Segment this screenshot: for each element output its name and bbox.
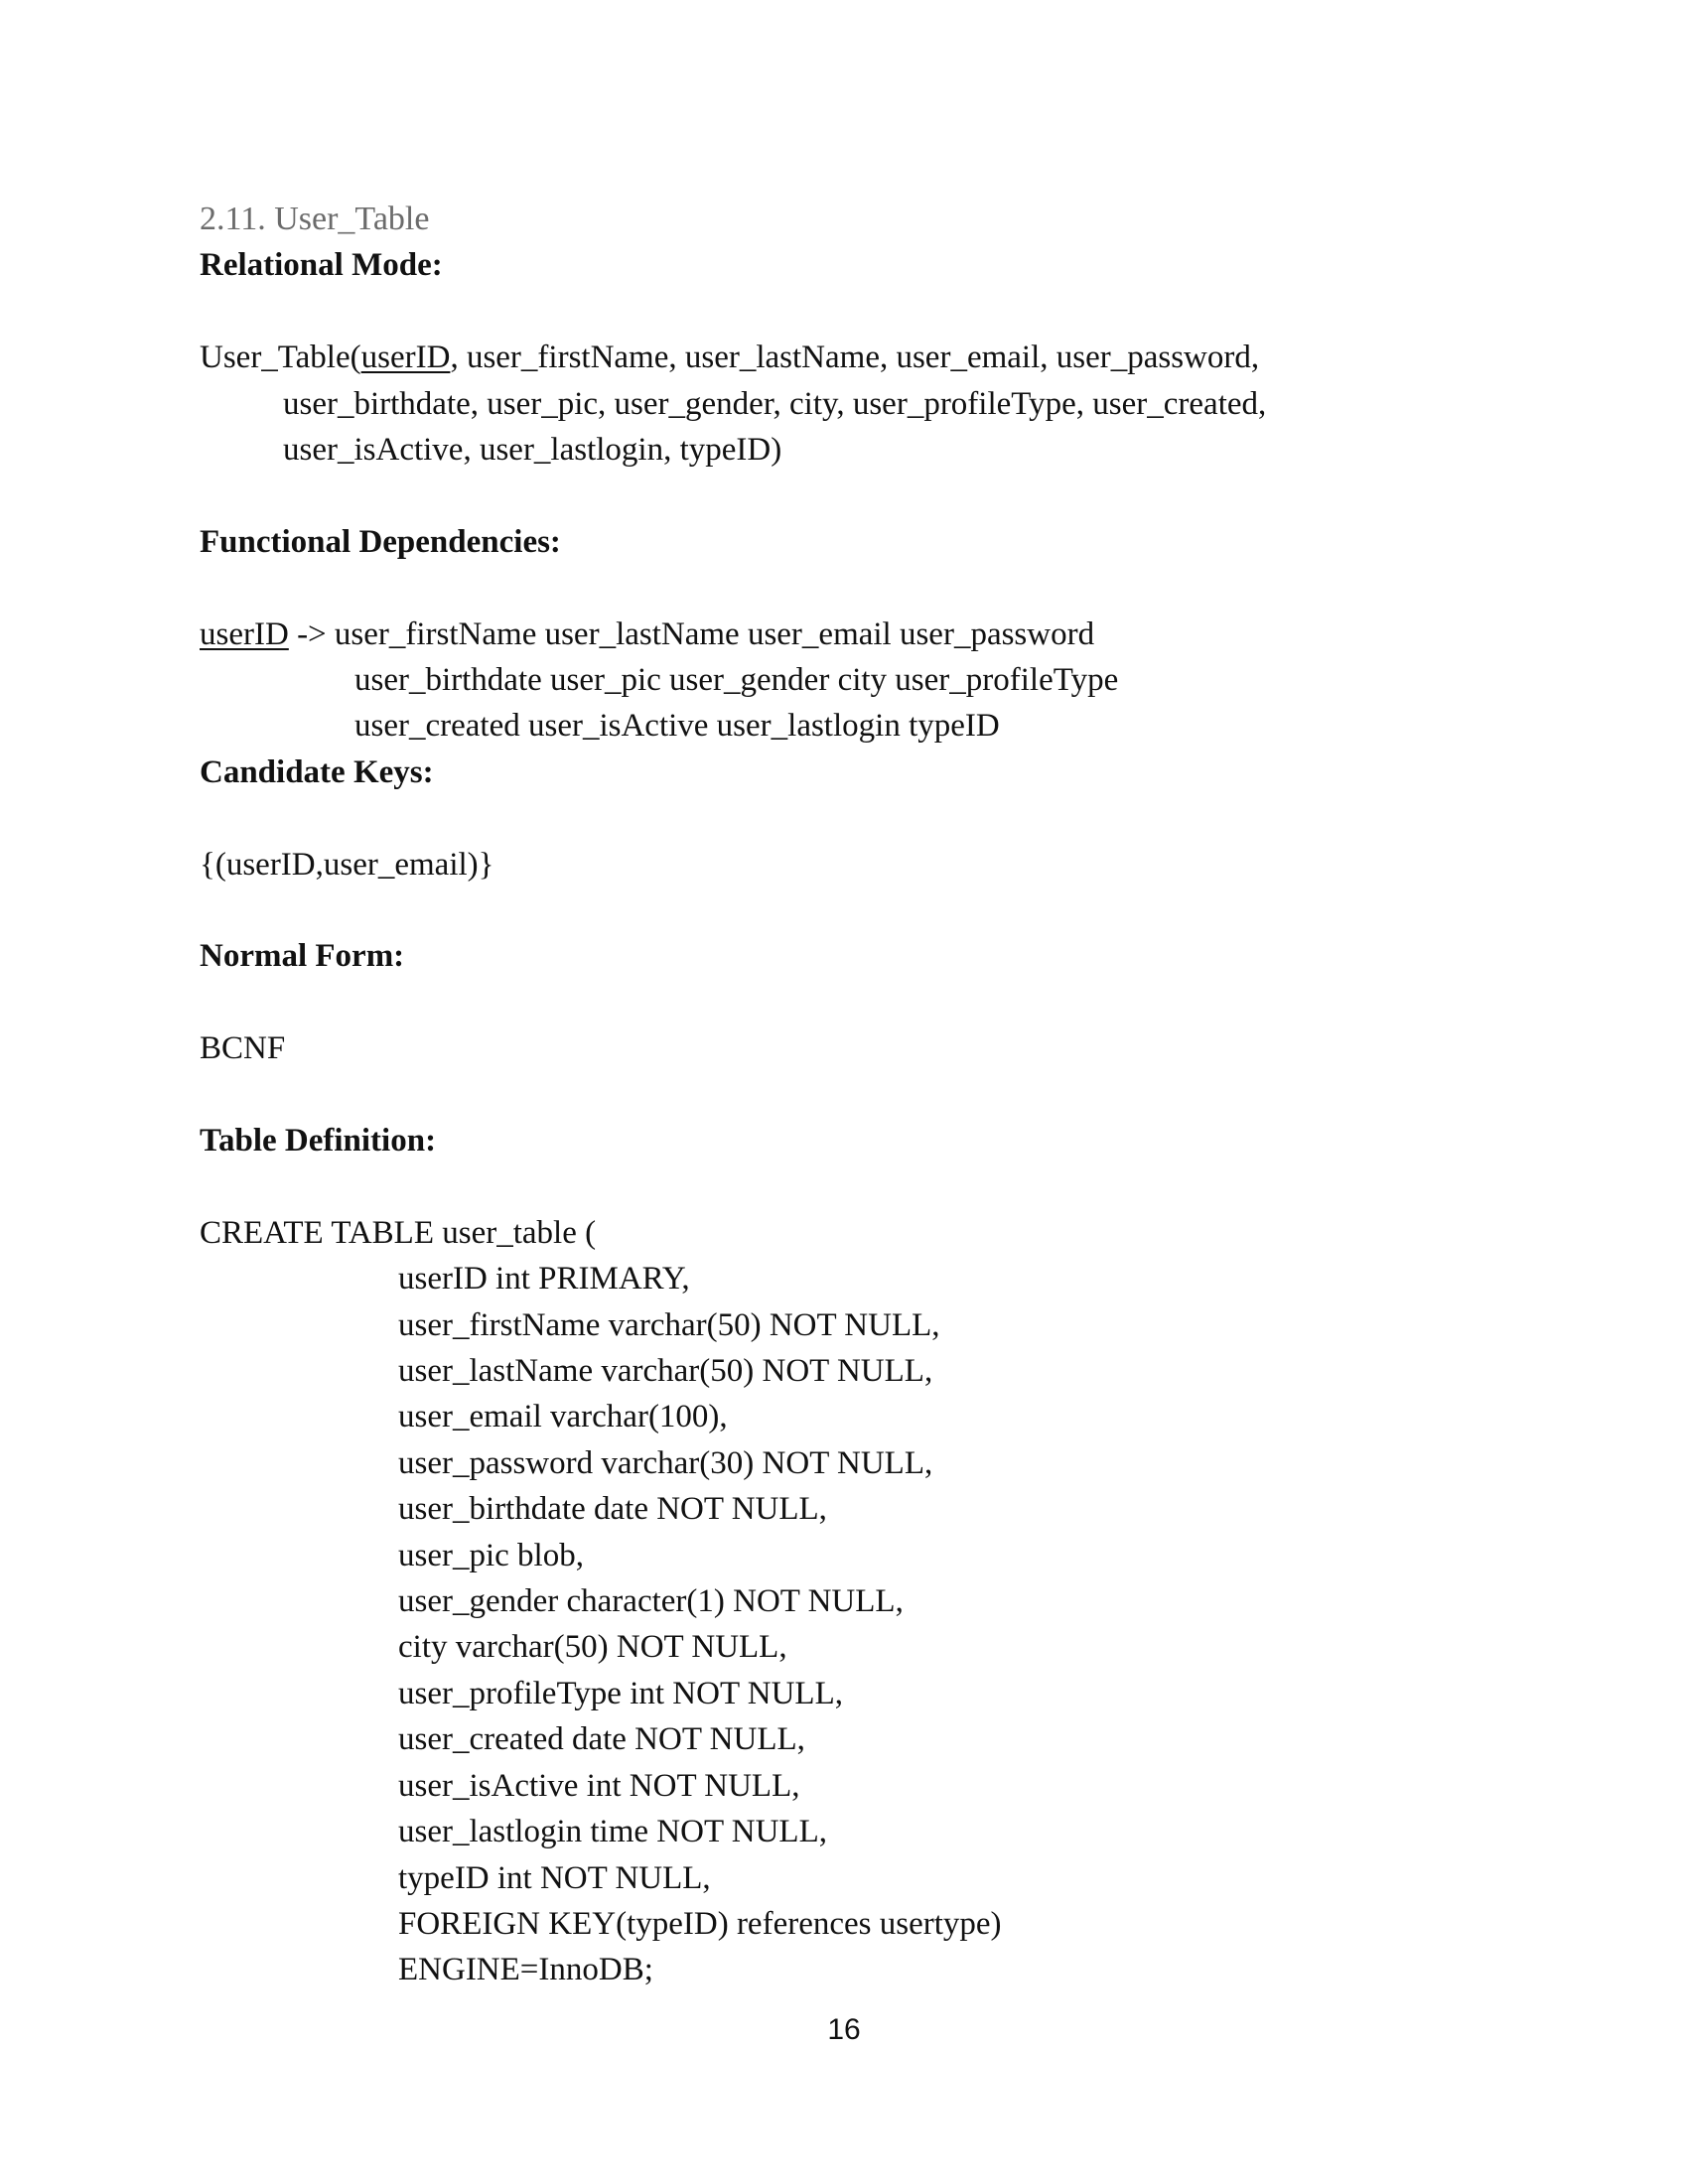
sql-line: user_pic blob, <box>398 1537 584 1573</box>
sql-line: userID int PRIMARY, <box>398 1261 690 1297</box>
document-page: 2.11. User_Table Relational Mode: User_T… <box>0 0 1688 2184</box>
normal-form-heading: Normal Form: <box>200 938 405 975</box>
section-title: 2.11. User_Table <box>200 201 430 237</box>
sql-line: user_firstName varchar(50) NOT NULL, <box>398 1306 940 1343</box>
sql-create-line: CREATE TABLE user_table ( <box>200 1214 597 1251</box>
fd-line-3: user_created user_isActive user_lastlogi… <box>354 708 1000 745</box>
relational-schema-line-1: User_Table(userID, user_firstName, user_… <box>200 335 1490 380</box>
sql-line: user_birthdate date NOT NULL, <box>398 1491 827 1528</box>
sql-line: user_gender character(1) NOT NULL, <box>398 1583 904 1620</box>
relation-attributes: , user_firstName, user_lastName, user_em… <box>450 340 1260 376</box>
sql-line: ENGINE=InnoDB; <box>398 1952 653 1988</box>
sql-line: city varchar(50) NOT NULL, <box>398 1629 787 1666</box>
sql-line: user_lastName varchar(50) NOT NULL, <box>398 1353 933 1390</box>
sql-line: user_lastlogin time NOT NULL, <box>398 1814 827 1850</box>
fd-line-2: user_birthdate user_pic user_gender city… <box>354 662 1119 699</box>
page-content: 2.11. User_Table Relational Mode: User_T… <box>200 197 1490 1993</box>
table-definition-heading: Table Definition: <box>200 1123 437 1160</box>
sql-line: typeID int NOT NULL, <box>398 1859 711 1896</box>
relation-name: User_Table( <box>200 340 361 376</box>
page-number: 16 <box>827 2013 861 2046</box>
candidate-keys-heading: Candidate Keys: <box>200 753 434 790</box>
sql-line: user_created date NOT NULL, <box>398 1721 805 1758</box>
sql-line: FOREIGN KEY(typeID) references usertype) <box>398 1905 1002 1942</box>
relational-mode-heading: Relational Mode: <box>200 247 443 284</box>
relational-schema-line-2: user_birthdate, user_pic, user_gender, c… <box>283 385 1267 422</box>
normal-form-value: BCNF <box>200 1030 286 1067</box>
primary-key-attribute: userID <box>360 340 451 376</box>
sql-line: user_profileType int NOT NULL, <box>398 1675 843 1711</box>
sql-line: user_password varchar(30) NOT NULL, <box>398 1444 933 1481</box>
sql-line: user_email varchar(100), <box>398 1399 728 1435</box>
relational-schema-line-3: user_isActive, user_lastlogin, typeID) <box>283 432 782 469</box>
fd-determinant: userID <box>200 615 289 652</box>
fd-line-1: userID -> user_firstName user_lastName u… <box>200 612 1490 657</box>
fd-dependents: -> user_firstName user_lastName user_ema… <box>288 615 1095 652</box>
sql-line: user_isActive int NOT NULL, <box>398 1767 800 1804</box>
functional-dependencies-heading: Functional Dependencies: <box>200 523 561 560</box>
candidate-keys-value: {(userID,user_email)} <box>200 846 494 883</box>
